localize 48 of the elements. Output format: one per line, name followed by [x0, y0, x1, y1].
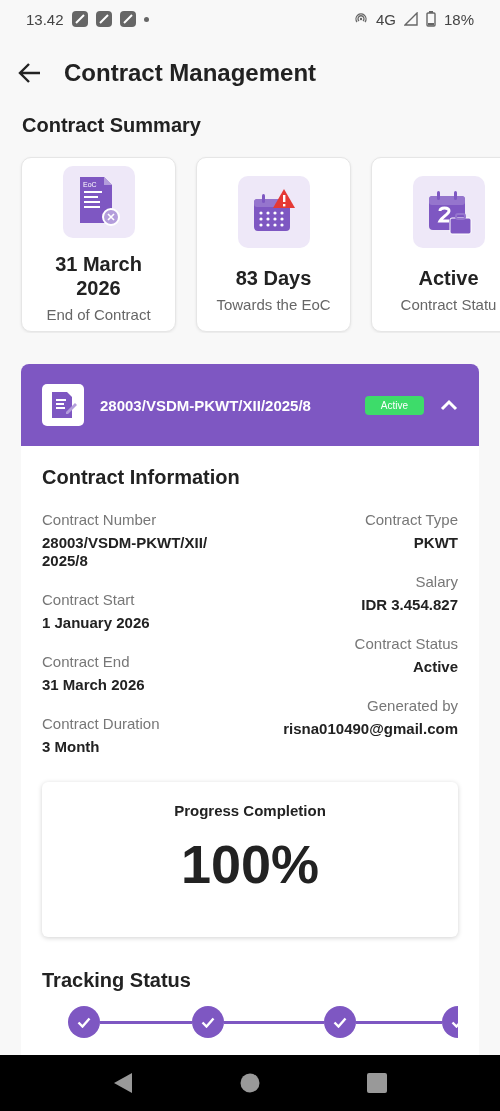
back-button[interactable] [18, 62, 42, 84]
field-label: Contract Status [354, 635, 458, 652]
field-value: Active [412, 658, 458, 676]
section-title: Contract Information [42, 466, 241, 489]
app-notification-icon [95, 11, 112, 27]
section-title: Tracking Status [42, 969, 192, 992]
card-value: 31 March 2026 [54, 252, 143, 300]
card-value: Active [418, 266, 479, 290]
dot-icon [143, 16, 149, 22]
status-time: 13.42 [26, 10, 64, 28]
field-label: Contract End [42, 653, 130, 670]
card-caption: Towards the EoC [216, 296, 331, 313]
check-icon [77, 1016, 91, 1028]
card-value: 83 Days [235, 266, 312, 290]
document-edit-icon [42, 384, 84, 426]
back-nav-button[interactable] [113, 1072, 134, 1094]
field-label: Salary [415, 573, 458, 590]
battery-level: 18% [443, 10, 474, 28]
field-label: Generated by [367, 697, 458, 714]
field-label: Contract Start [42, 591, 135, 608]
page-title: Contract Management [64, 59, 317, 87]
field-value: PKWT [413, 534, 458, 552]
field-value: IDR 3.454.827 [361, 596, 458, 614]
battery-icon [425, 11, 436, 27]
card-caption: Contract Statu [400, 296, 497, 313]
section-title: Contract Summary [22, 113, 202, 138]
field-label: Contract Type [364, 511, 458, 528]
field-value: 28003/VSDM-PKWT/XII/ 2025/8 [42, 534, 209, 570]
signal-icon [403, 12, 418, 26]
network-type: 4G [375, 10, 396, 28]
contract-header[interactable]: 28003/VSDM-PKWT/XII/2025/8 Active [21, 364, 479, 446]
field-label: Contract Number [42, 511, 157, 528]
app-notification-icon [119, 11, 136, 27]
check-icon [201, 1016, 215, 1028]
card-caption: End of Contract [46, 306, 151, 323]
check-icon [333, 1016, 347, 1028]
progress-value: 100% [180, 833, 320, 895]
progress-title: Progress Completion [174, 802, 326, 819]
contract-number: 28003/VSDM-PKWT/XII/2025/8 [100, 396, 312, 414]
recents-nav-button[interactable] [366, 1073, 387, 1093]
home-nav-button[interactable] [240, 1073, 260, 1093]
field-value: 3 Month [42, 738, 100, 756]
app-notification-icon [71, 11, 88, 27]
field-value: risna010490@gmail.com [283, 720, 458, 738]
field-value: 31 March 2026 [42, 676, 145, 694]
status-badge: Active [364, 395, 424, 415]
field-label: Contract Duration [42, 715, 160, 732]
field-value: 1 January 2026 [42, 614, 150, 632]
